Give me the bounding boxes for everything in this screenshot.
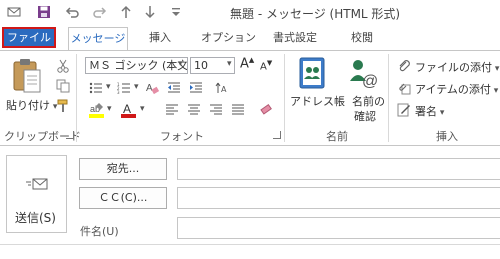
chevron-down-icon: ▾ xyxy=(492,64,500,74)
chevron-down-icon: ▾ xyxy=(134,82,139,92)
increase-indent-icon[interactable] xyxy=(188,80,204,96)
font-launcher-icon[interactable] xyxy=(273,131,281,139)
bullets-icon[interactable] xyxy=(88,80,104,96)
grow-font-icon: A xyxy=(240,56,249,72)
subject-label: 件名(U) xyxy=(80,225,119,238)
window-title: 無題 - メッセージ (HTML 形式) xyxy=(230,7,401,21)
insert-group-label: 挿入 xyxy=(436,130,458,143)
chevron-down-icon: ▾ xyxy=(437,108,445,118)
tab-format[interactable]: 書式設定 xyxy=(273,27,317,49)
message-body[interactable] xyxy=(0,245,500,259)
chevron-down-icon: ▾ xyxy=(178,59,183,69)
tab-file[interactable]: ファイル xyxy=(2,27,56,48)
save-icon[interactable] xyxy=(36,4,52,20)
align-right-icon[interactable] xyxy=(208,102,224,118)
address-book-icon[interactable] xyxy=(298,57,326,89)
svg-text:@: @ xyxy=(362,73,378,89)
font-color-icon[interactable]: A xyxy=(120,101,138,119)
signature-button[interactable]: 署名 ▾ xyxy=(415,103,444,119)
attach-item-icon xyxy=(396,80,412,96)
signature-icon xyxy=(396,102,412,118)
arrow-down-icon[interactable] xyxy=(142,4,158,20)
chevron-down-icon: ▾ xyxy=(106,82,111,92)
tab-review[interactable]: 校閲 xyxy=(351,27,373,49)
tab-message[interactable]: メッセージ xyxy=(68,27,128,51)
names-group-label: 名前 xyxy=(326,130,348,143)
attach-item-label: アイテムの添付 xyxy=(415,83,491,96)
chevron-down-icon: ▾ xyxy=(490,86,499,96)
send-label: 送信(S) xyxy=(15,211,56,225)
decrease-indent-icon[interactable] xyxy=(166,80,182,96)
paste-icon[interactable] xyxy=(8,58,48,96)
group-divider xyxy=(388,54,389,142)
shrink-font-button[interactable]: A▼ xyxy=(260,59,272,72)
align-left-icon[interactable] xyxy=(164,102,180,118)
to-field[interactable] xyxy=(177,158,500,180)
customize-icon[interactable] xyxy=(168,4,184,20)
redo-icon[interactable] xyxy=(92,4,108,20)
chevron-down-icon: ▾ xyxy=(227,59,232,69)
address-book-button[interactable]: アドレス帳 xyxy=(290,93,345,109)
paperclip-icon xyxy=(396,58,412,74)
eraser-icon[interactable] xyxy=(258,102,274,118)
copy-icon[interactable] xyxy=(55,78,71,94)
to-button[interactable]: 宛先... xyxy=(79,158,167,180)
font-name-value: ＭＳ ゴシック (本文 xyxy=(89,59,188,72)
shrink-font-icon: A xyxy=(260,61,267,73)
clipboard-launcher-icon[interactable] xyxy=(66,131,74,139)
group-divider xyxy=(76,54,77,142)
svg-text:A: A xyxy=(221,85,227,94)
paste-label: 貼り付け xyxy=(6,99,50,112)
cut-icon[interactable] xyxy=(55,58,71,74)
cc-button[interactable]: ＣＣ(C)... xyxy=(79,187,167,209)
align-center-icon[interactable] xyxy=(186,102,202,118)
send-icon xyxy=(25,176,49,194)
group-divider xyxy=(284,54,285,142)
chevron-down-icon: ▾ xyxy=(140,104,145,114)
format-painter-icon[interactable] xyxy=(55,98,71,114)
font-name-select[interactable]: ＭＳ ゴシック (本文 xyxy=(85,57,188,74)
justify-icon[interactable] xyxy=(230,102,246,118)
font-size-value: 10 xyxy=(194,59,208,72)
outlook-app-icon xyxy=(6,4,22,20)
paste-button[interactable]: 貼り付け ▾ xyxy=(6,97,57,113)
numbering-icon[interactable]: 123 xyxy=(116,80,132,96)
attach-file-button[interactable]: ファイルの添付 ▾ xyxy=(415,59,499,75)
arrow-up-icon[interactable] xyxy=(118,4,134,20)
signature-label: 署名 xyxy=(415,105,437,118)
chevron-down-icon: ▾ xyxy=(107,104,112,114)
svg-text:A: A xyxy=(146,83,153,94)
attach-item-button[interactable]: アイテムの添付 ▾ xyxy=(415,81,498,97)
svg-text:A: A xyxy=(123,102,131,116)
svg-text:3: 3 xyxy=(117,90,120,94)
grow-font-button[interactable]: A▲ xyxy=(240,56,254,71)
tab-options[interactable]: オプション xyxy=(201,27,256,49)
clear-formatting-icon[interactable]: A xyxy=(144,80,160,96)
subject-field[interactable] xyxy=(177,217,500,239)
attach-file-label: ファイルの添付 xyxy=(415,61,492,74)
text-direction-icon[interactable]: A xyxy=(214,80,230,96)
check-names-button-line-2[interactable]: 確認 xyxy=(354,108,376,124)
undo-icon[interactable] xyxy=(64,4,80,20)
cc-field[interactable] xyxy=(177,187,500,209)
highlight-color-icon[interactable]: ab xyxy=(88,101,106,119)
check-names-icon[interactable]: @ xyxy=(348,57,378,90)
tab-insert[interactable]: 挿入 xyxy=(149,27,171,49)
font-group-label: フォント xyxy=(160,130,204,143)
check-names-button-line-1[interactable]: 名前の xyxy=(352,93,385,109)
